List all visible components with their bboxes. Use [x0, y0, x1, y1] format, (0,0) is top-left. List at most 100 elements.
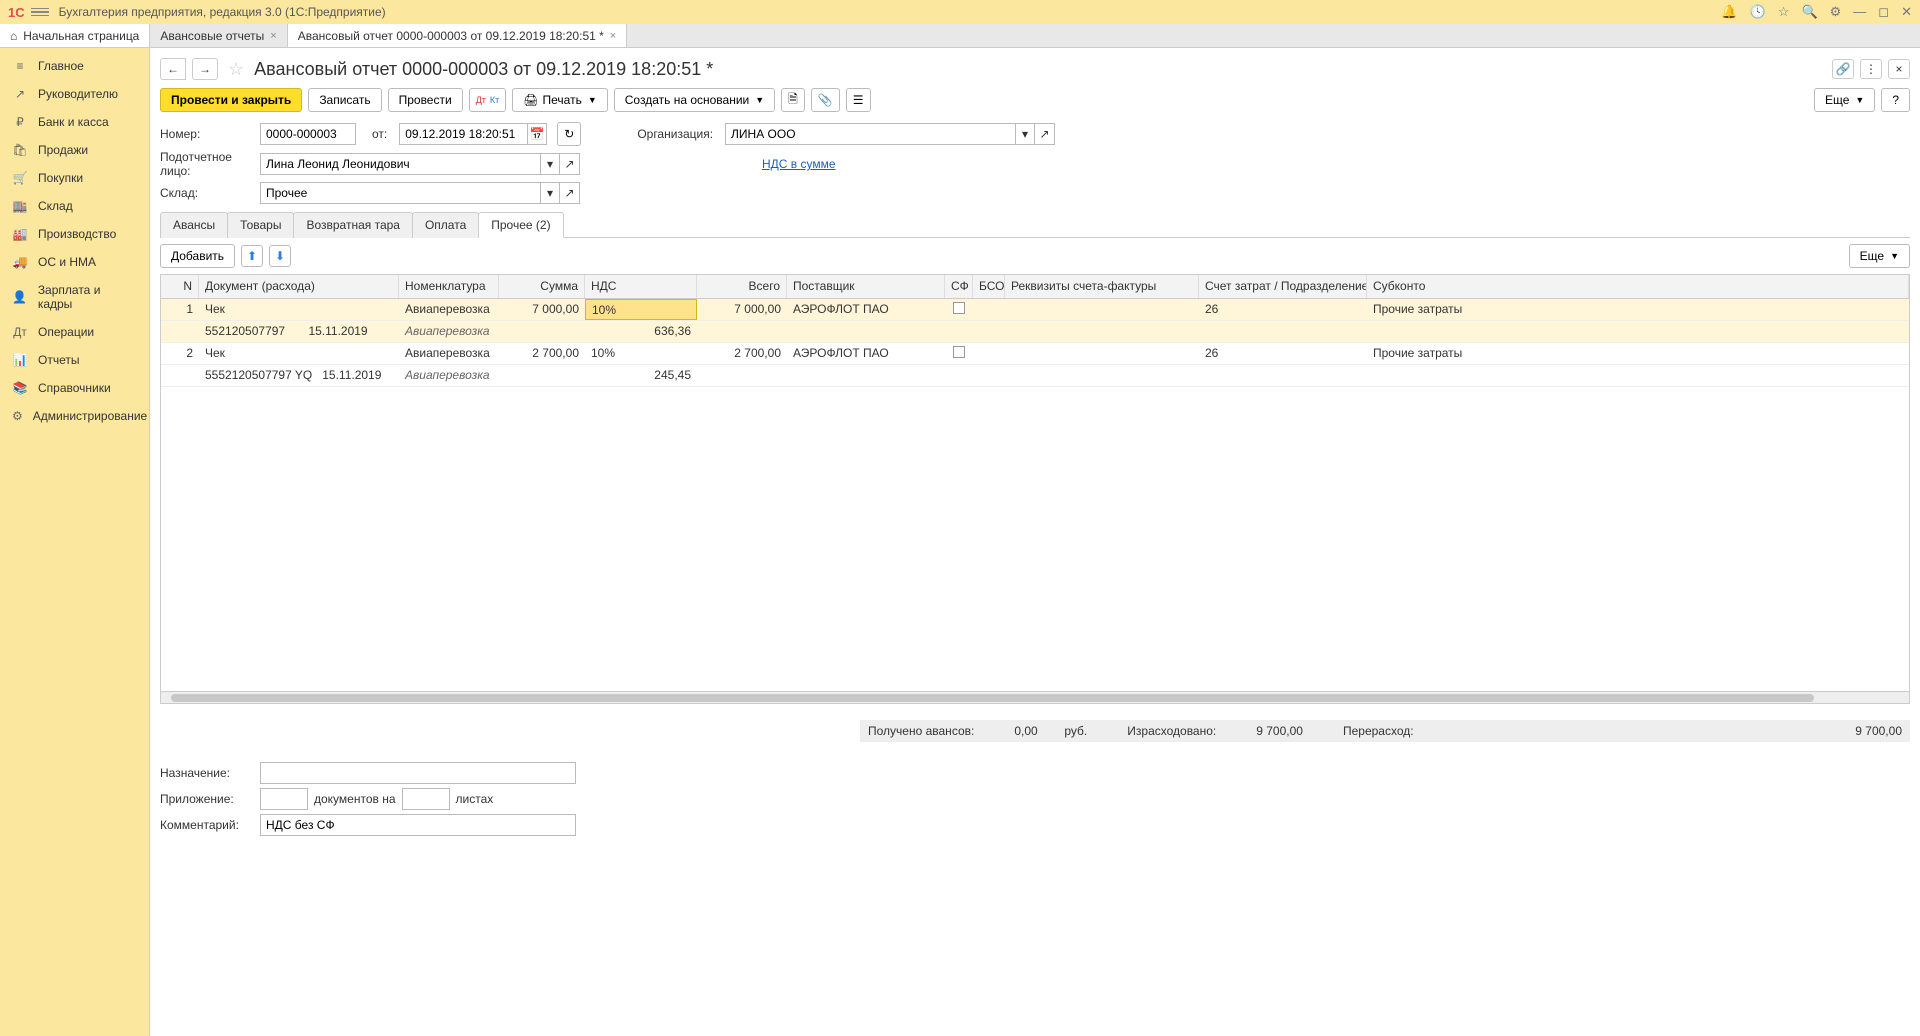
col-sf[interactable]: СФ: [945, 275, 973, 298]
col-account[interactable]: Счет затрат / Подразделение: [1199, 275, 1367, 298]
related-docs-button[interactable]: 🗎: [781, 88, 805, 112]
grid-row[interactable]: 2 Чек Авиаперевозка 2 700,00 10% 2 700,0…: [161, 343, 1909, 387]
horizontal-scrollbar[interactable]: [161, 691, 1909, 703]
tab-other[interactable]: Прочее (2): [478, 212, 563, 238]
tab-returnable[interactable]: Возвратная тара: [293, 212, 413, 238]
col-subconto[interactable]: Субконто: [1367, 275, 1909, 298]
sidebar-item-salary[interactable]: 👤Зарплата и кадры: [0, 276, 149, 318]
open-icon[interactable]: ↗: [1035, 123, 1055, 145]
checkbox[interactable]: [953, 302, 965, 314]
sidebar-label: Руководителю: [38, 87, 118, 101]
tab-payment[interactable]: Оплата: [412, 212, 479, 238]
vat-link[interactable]: НДС в сумме: [762, 157, 836, 171]
checkbox[interactable]: [953, 346, 965, 358]
sidebar-item-warehouse[interactable]: 🏬Склад: [0, 192, 149, 220]
logo-1c: 1C: [8, 5, 25, 20]
search-icon[interactable]: 🔍: [1801, 4, 1817, 20]
attach-docs-input[interactable]: [260, 788, 308, 810]
grid-more-button[interactable]: Еще▼: [1849, 244, 1910, 268]
org-input[interactable]: [725, 123, 1015, 145]
close-window-icon[interactable]: ✕: [1901, 4, 1912, 20]
sidebar-item-main[interactable]: ≡ Главное: [0, 52, 149, 80]
minimize-icon[interactable]: —: [1853, 4, 1866, 20]
date-input[interactable]: [399, 123, 527, 145]
col-n[interactable]: N: [161, 275, 199, 298]
move-down-button[interactable]: ⬇: [269, 245, 291, 267]
purpose-input[interactable]: [260, 762, 576, 784]
sidebar-item-catalogs[interactable]: 📚Справочники: [0, 374, 149, 402]
col-total[interactable]: Всего: [697, 275, 787, 298]
sidebar-item-purchases[interactable]: 🛒Покупки: [0, 164, 149, 192]
sidebar-item-operations[interactable]: ДтОперации: [0, 318, 149, 346]
sidebar-item-manager[interactable]: ↗Руководителю: [0, 80, 149, 108]
move-up-button[interactable]: ⬆: [241, 245, 263, 267]
close-doc-icon[interactable]: ×: [1888, 59, 1910, 79]
tab-advances[interactable]: Авансы: [160, 212, 228, 238]
cell-nds-editing[interactable]: 10%: [585, 299, 697, 320]
col-supplier[interactable]: Поставщик: [787, 275, 945, 298]
person-input[interactable]: [260, 153, 540, 175]
sidebar-item-sales[interactable]: 🛍Продажи: [0, 136, 149, 164]
sidebar-item-assets[interactable]: 🚚ОС и НМА: [0, 248, 149, 276]
purpose-label: Назначение:: [160, 766, 254, 780]
tab-advance-reports[interactable]: Авансовые отчеты ×: [150, 24, 287, 47]
settings-icon[interactable]: ⚙: [1830, 4, 1842, 20]
col-nds[interactable]: НДС: [585, 275, 697, 298]
comment-input[interactable]: [260, 814, 576, 836]
grid-row[interactable]: 1 Чек Авиаперевозка 7 000,00 10% 7 000,0…: [161, 299, 1909, 343]
col-doc[interactable]: Документ (расхода): [199, 275, 399, 298]
open-icon[interactable]: ↗: [560, 182, 580, 204]
save-button[interactable]: Записать: [308, 88, 381, 112]
sidebar-item-reports[interactable]: 📊Отчеты: [0, 346, 149, 374]
tab-goods[interactable]: Товары: [227, 212, 294, 238]
open-icon[interactable]: ↗: [560, 153, 580, 175]
sidebar-label: Продажи: [38, 143, 88, 157]
grid-body[interactable]: 1 Чек Авиаперевозка 7 000,00 10% 7 000,0…: [161, 299, 1909, 691]
more-vertical-icon[interactable]: ⋮: [1860, 59, 1882, 79]
advances-label: Получено авансов:: [868, 724, 974, 738]
cell-sf[interactable]: [945, 299, 973, 320]
post-and-close-button[interactable]: Провести и закрыть: [160, 88, 302, 112]
link-icon[interactable]: 🔗: [1832, 59, 1854, 79]
menu-icon: ≡: [12, 59, 28, 73]
col-invoice[interactable]: Реквизиты счета-фактуры: [1005, 275, 1199, 298]
star-icon[interactable]: ☆: [1778, 4, 1790, 20]
col-sum[interactable]: Сумма: [499, 275, 585, 298]
list-button[interactable]: ☰: [846, 88, 871, 112]
post-button[interactable]: Провести: [388, 88, 463, 112]
number-input[interactable]: [260, 123, 356, 145]
print-button[interactable]: 🖨Печать▼: [512, 88, 607, 112]
sidebar-item-bank[interactable]: ₽Банк и касса: [0, 108, 149, 136]
dropdown-icon[interactable]: ▾: [540, 153, 560, 175]
help-button[interactable]: ?: [1881, 88, 1910, 112]
tab-current-document[interactable]: Авансовый отчет 0000-000003 от 09.12.201…: [288, 24, 628, 47]
favorite-star-icon[interactable]: ☆: [228, 59, 244, 80]
dropdown-icon[interactable]: ▾: [1015, 123, 1035, 145]
sidebar-label: Главное: [38, 59, 84, 73]
sidebar-item-production[interactable]: 🏭Производство: [0, 220, 149, 248]
nav-forward-button[interactable]: →: [192, 58, 218, 80]
bell-icon[interactable]: 🔔: [1721, 4, 1737, 20]
sidebar-item-admin[interactable]: ⚙Администрирование: [0, 402, 149, 430]
create-based-button[interactable]: Создать на основании▼: [614, 88, 775, 112]
close-icon[interactable]: ×: [270, 30, 276, 42]
cell-sf[interactable]: [945, 343, 973, 364]
hamburger-icon[interactable]: [31, 8, 49, 17]
col-nom[interactable]: Номенклатура: [399, 275, 499, 298]
dtkt-button[interactable]: ДтКт: [469, 88, 507, 112]
dropdown-icon[interactable]: ▾: [540, 182, 560, 204]
refresh-date-button[interactable]: ↻: [557, 122, 581, 146]
col-bso[interactable]: БСО: [973, 275, 1005, 298]
tab-home[interactable]: ⌂ Начальная страница: [0, 24, 150, 47]
cell-nds: 10%: [585, 343, 697, 364]
history-icon[interactable]: 🕓: [1750, 4, 1766, 20]
warehouse-input[interactable]: [260, 182, 540, 204]
add-row-button[interactable]: Добавить: [160, 244, 235, 268]
attach-button[interactable]: 📎: [811, 88, 840, 112]
attach-sheets-input[interactable]: [402, 788, 450, 810]
close-icon[interactable]: ×: [610, 30, 616, 42]
nav-back-button[interactable]: ←: [160, 58, 186, 80]
calendar-icon[interactable]: 📅: [527, 123, 547, 145]
more-button[interactable]: Еще▼: [1814, 88, 1875, 112]
maximize-icon[interactable]: ◻: [1878, 4, 1889, 20]
